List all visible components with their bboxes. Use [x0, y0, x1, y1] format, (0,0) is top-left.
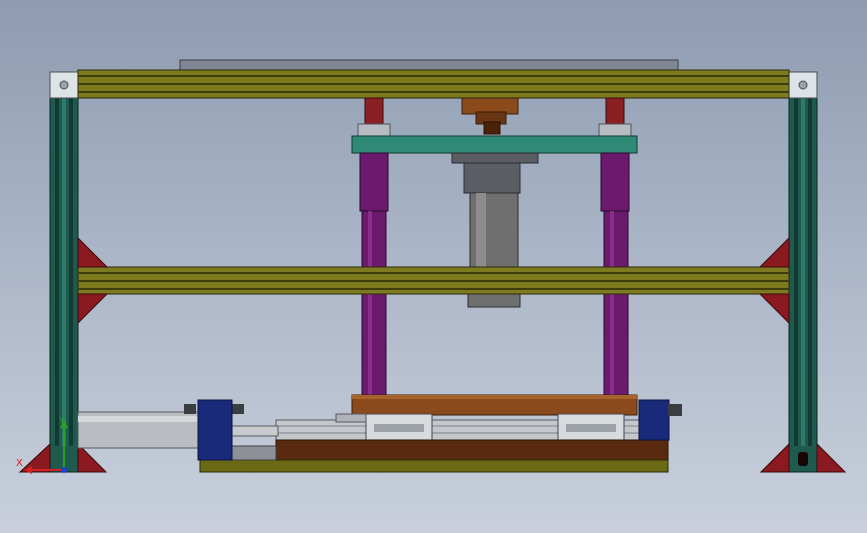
top-beam: [77, 69, 790, 99]
base-plate: [199, 439, 669, 473]
middle-beam: [77, 266, 790, 295]
triad-x-label: X: [16, 458, 23, 469]
cad-viewport[interactable]: X Y: [0, 0, 867, 533]
slide-rails: [275, 413, 667, 441]
press-machine-assembly: X Y: [16, 59, 847, 474]
air-cylinder: [77, 404, 279, 449]
top-cover-plate: [179, 59, 679, 71]
triad-y-label: Y: [58, 416, 66, 427]
spindle-head: [461, 97, 519, 135]
press-platen: [351, 394, 638, 416]
left-post: [49, 71, 79, 473]
right-post: [788, 71, 818, 473]
moving-plate: [351, 135, 638, 164]
